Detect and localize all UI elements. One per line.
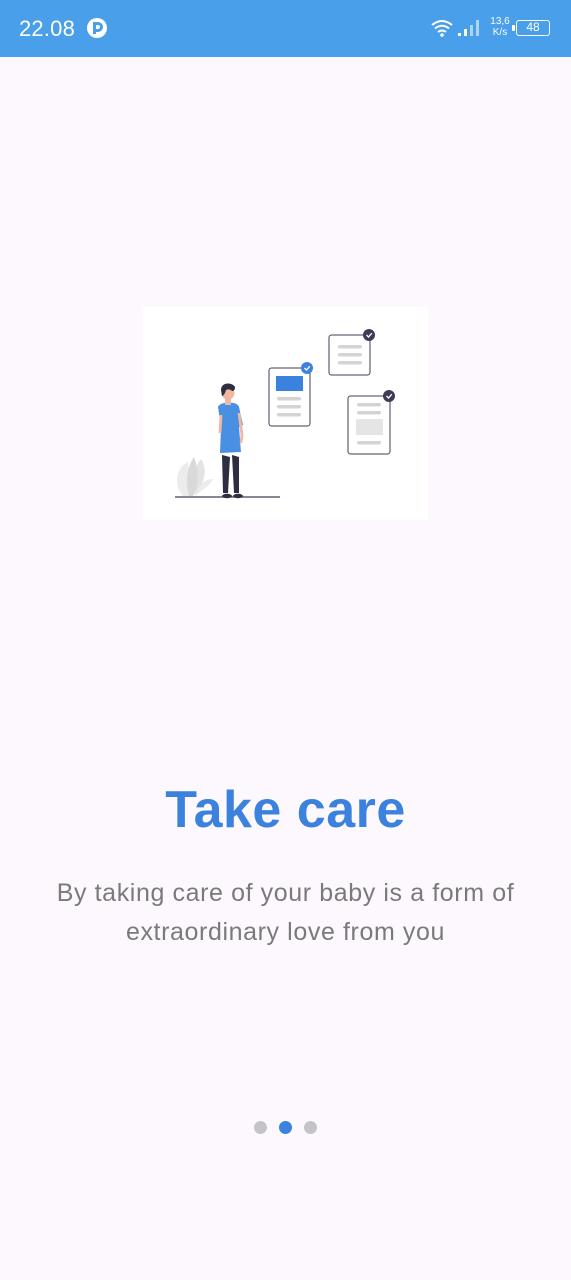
document-card-block [347, 390, 395, 455]
page-dot-2-active[interactable] [279, 1121, 292, 1134]
page-indicator [0, 1121, 571, 1135]
status-bar: 22.08 13,6 K/s 48 [0, 0, 571, 57]
page-dot-3[interactable] [304, 1121, 317, 1134]
check-badge-icon [301, 362, 313, 374]
network-speed-unit: K/s [492, 27, 508, 38]
battery-icon: 48 [512, 20, 550, 36]
app-notification-icon [87, 18, 107, 38]
plant-icon [176, 457, 213, 496]
document-card-lines [328, 329, 375, 376]
person-figure [218, 383, 244, 499]
check-badge-icon [363, 329, 375, 341]
status-time: 22.08 [19, 16, 76, 41]
onboarding-illustration [143, 307, 428, 520]
network-speed: 13,6 K/s [488, 16, 512, 38]
page-dot-1[interactable] [254, 1121, 267, 1134]
check-badge-icon [383, 390, 395, 402]
onboarding-title: Take care [165, 781, 406, 839]
document-card-image [268, 362, 313, 427]
wifi-icon [431, 20, 453, 37]
onboarding-description: By taking care of your baby is a form of… [56, 879, 515, 946]
battery-level: 48 [526, 20, 540, 34]
person-with-checked-documents-illustration [175, 329, 395, 499]
signal-icon [458, 20, 479, 36]
network-speed-value: 13,6 [490, 16, 510, 27]
